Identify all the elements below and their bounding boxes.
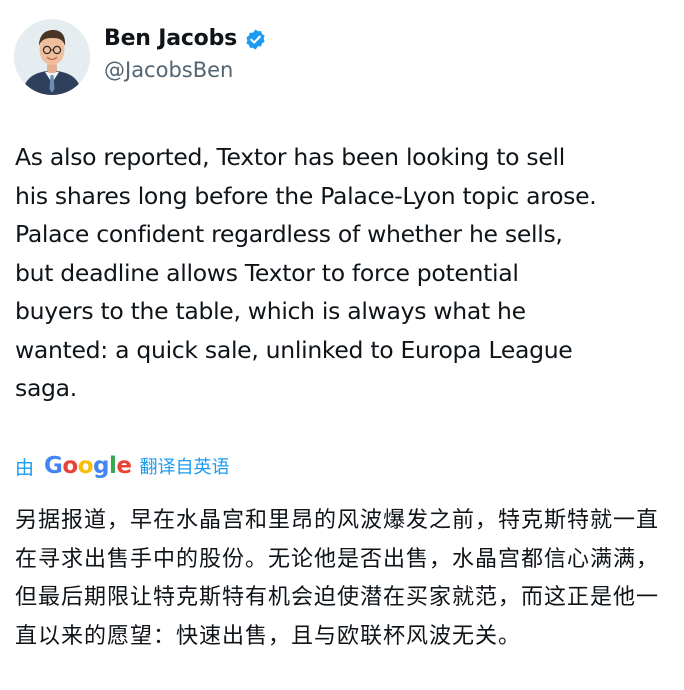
tweet-header: Ben Jacobs @JacobsBen (14, 19, 267, 95)
google-logo-letter: G (44, 453, 63, 479)
display-name[interactable]: Ben Jacobs (104, 25, 237, 53)
translation-attribution: 由 Google 翻译自英语 (15, 451, 230, 481)
author-info: Ben Jacobs @JacobsBen (104, 25, 267, 85)
google-logo-letter: o (62, 453, 78, 479)
translated-tweet-text: 另据报道，早在水晶宫和里昂的风波爆发之前，特克斯特就一直在寻求出售手中的股份。无… (15, 508, 660, 649)
translated-by-label: 由 (15, 456, 35, 479)
google-logo-letter: g (93, 453, 109, 479)
verified-badge-icon (244, 28, 267, 51)
author-handle[interactable]: @JacobsBen (104, 55, 267, 85)
google-logo: Google (44, 451, 132, 481)
display-name-row: Ben Jacobs (104, 25, 267, 53)
avatar[interactable] (14, 19, 90, 95)
google-logo-letter: e (116, 453, 132, 479)
tweet-text: As also reported, Textor has been lookin… (15, 143, 597, 402)
translated-from-english-link[interactable]: 翻译自英语 (140, 453, 230, 479)
avatar-photo (14, 19, 90, 95)
google-logo-letter: o (77, 453, 94, 479)
